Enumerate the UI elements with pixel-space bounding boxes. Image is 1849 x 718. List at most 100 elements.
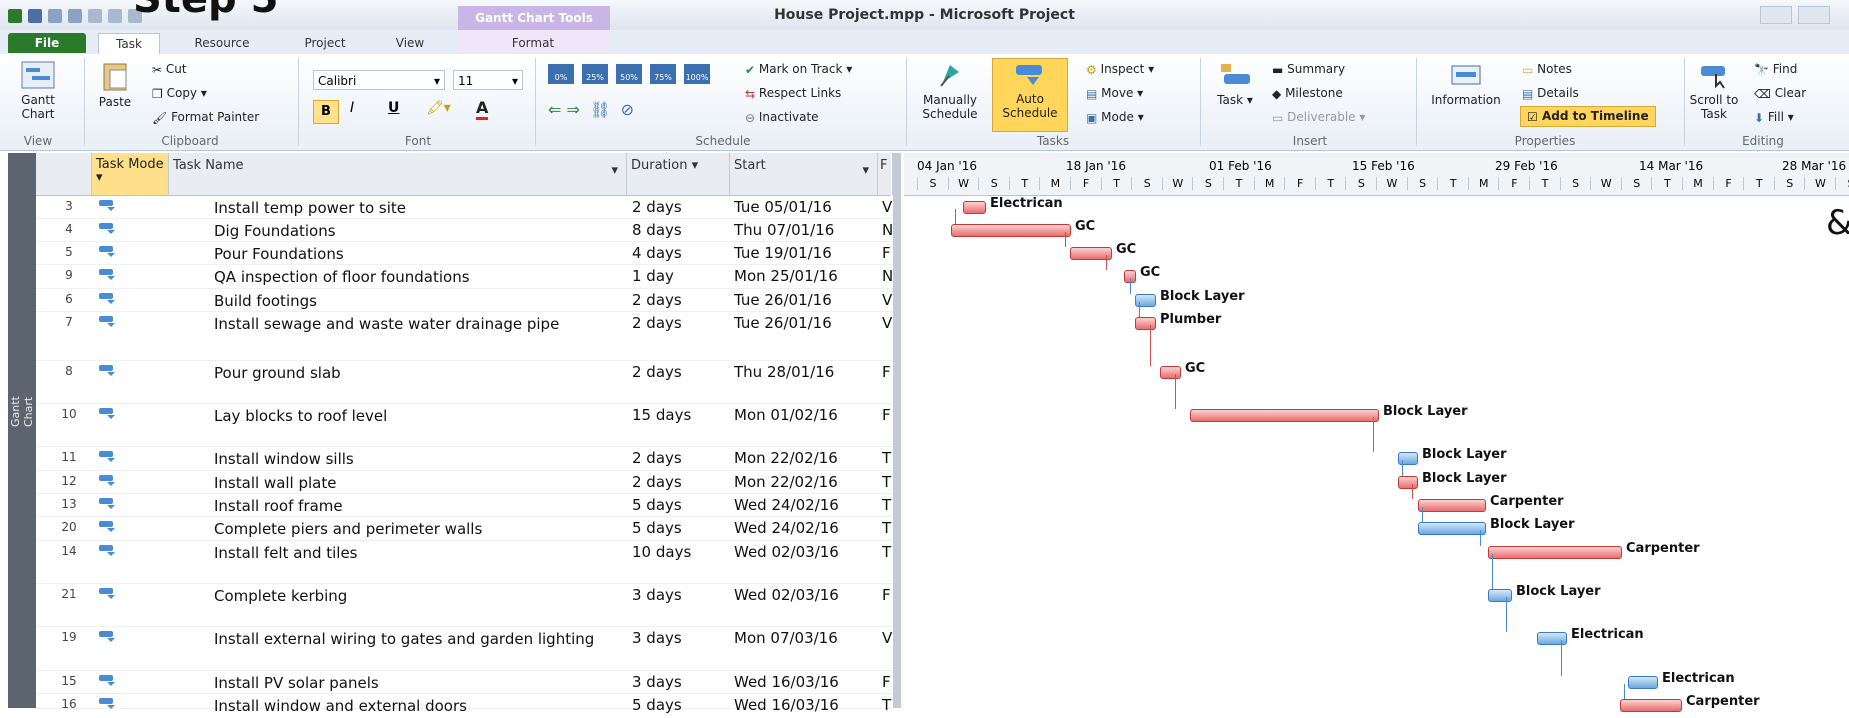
task-name[interactable]: Install window and external doors [214,695,654,718]
table-row[interactable]: 3 Install temp power to site 2 days Tue 05/… [36,195,893,219]
task-duration[interactable]: 3 days [632,628,682,648]
task-name[interactable]: Install wall plate [214,472,654,495]
manually-schedule-button[interactable]: Manually Schedule [913,60,987,121]
auto-schedule-button[interactable]: Auto Schedule [992,58,1068,132]
underline-button[interactable]: U [388,100,399,116]
task-name[interactable]: Install felt and tiles [214,542,654,565]
scroll-to-task-button[interactable]: Scroll to Task [1688,60,1740,121]
task-name[interactable]: Install temp power to site [214,197,654,220]
task-name[interactable]: Install sewage and waste water drainage … [214,313,654,336]
table-row[interactable]: 11 Install window sills 2 days Mon 22/02/16… [36,446,893,471]
task-start[interactable]: Thu 28/01/16 [734,362,834,382]
table-row[interactable]: 6 Build footings 2 days Tue 26/01/16 V [36,288,893,312]
task-name-header[interactable]: Task Name ▾ [169,153,627,195]
pct-100-button[interactable]: 100% [684,64,710,84]
task-finish[interactable]: T [882,495,891,515]
format-painter-button[interactable]: 🖌 Format Painter [152,110,259,125]
link-tasks-icon[interactable]: ⛓ [590,100,610,119]
table-row[interactable]: 5 Pour Foundations 4 days Tue 19/01/16 F [36,241,893,265]
table-row[interactable]: 12 Install wall plate 2 days Mon 22/02/16 T [36,470,893,494]
task-name[interactable]: Dig Foundations [214,220,654,243]
unlink-tasks-icon[interactable]: ⊘ [621,100,634,119]
mark-on-track-button[interactable]: ✔ Mark on Track ▾ [745,62,852,77]
summary-button[interactable]: ▬ Summary [1272,62,1345,77]
task-duration[interactable]: 2 days [632,472,682,492]
copy-button[interactable]: ❐ Copy ▾ [152,86,207,101]
task-start[interactable]: Mon 22/02/16 [734,448,838,468]
inspect-button[interactable]: ⚙ Inspect ▾ [1086,62,1154,77]
task-finish[interactable]: T [882,695,891,715]
highlight-color-button[interactable]: 🖍▾ [426,100,451,116]
task-finish[interactable]: N [882,220,893,240]
task-duration[interactable]: 5 days [632,518,682,538]
tab-resource[interactable]: Resource [182,33,262,53]
font-size-select[interactable]: 11 ▾ [453,70,523,90]
task-finish[interactable]: F [882,585,891,605]
start-header[interactable]: Start ▾ [730,153,878,195]
respect-links-button[interactable]: ⇆ Respect Links [745,86,841,101]
table-row[interactable]: 15 Install PV solar panels 3 days Wed 16/03… [36,670,893,694]
fill-button[interactable]: ⬇ Fill ▾ [1754,110,1794,125]
task-duration[interactable]: 2 days [632,290,682,310]
table-row[interactable]: 10 Lay blocks to roof level 15 days Mon 01/… [36,403,893,447]
gantt-bar[interactable] [1190,409,1379,422]
task-finish[interactable]: F [882,672,891,692]
task-start[interactable]: Wed 16/03/16 [734,672,839,692]
tab-format[interactable]: Format [488,33,578,53]
task-duration[interactable]: 10 days [632,542,691,562]
pct-50-button[interactable]: 50% [616,64,642,84]
row-number-header[interactable] [36,153,92,195]
tab-view[interactable]: View [385,33,435,53]
task-name[interactable]: Lay blocks to roof level [214,405,654,428]
task-finish[interactable]: T [882,542,891,562]
font-color-button[interactable]: A [476,98,489,120]
task-finish[interactable]: F [882,405,891,425]
task-start[interactable]: Mon 01/02/16 [734,405,838,425]
task-finish[interactable]: V [882,313,892,333]
task-start[interactable]: Mon 25/01/16 [734,266,838,286]
deliverable-button[interactable]: ▭ Deliverable ▾ [1272,110,1365,125]
task-name[interactable]: QA inspection of floor foundations [214,266,654,289]
task-finish[interactable]: T [882,518,891,538]
task-start[interactable]: Tue 26/01/16 [734,313,832,333]
task-name[interactable]: Install PV solar panels [214,672,654,695]
tab-task[interactable]: Task [98,33,160,54]
table-row[interactable]: 13 Install roof frame 5 days Wed 24/02/16 T [36,493,893,517]
finish-header[interactable]: F [878,153,893,195]
font-name-select[interactable]: Calibri ▾ [313,70,445,90]
gantt-bar[interactable] [1160,366,1181,379]
view-bar[interactable] [8,153,36,708]
view-splitter[interactable] [893,153,901,708]
task-start[interactable]: Wed 02/03/16 [734,542,839,562]
pct-75-button[interactable]: 75% [650,64,676,84]
gantt-bar[interactable] [951,224,1071,237]
task-name[interactable]: Install window sills [214,448,654,471]
task-duration[interactable]: 1 day [632,266,674,286]
move-button[interactable]: ▤ Move ▾ [1086,86,1143,101]
task-duration[interactable]: 8 days [632,220,682,240]
task-name[interactable]: Install roof frame [214,495,654,518]
task-duration[interactable]: 4 days [632,243,682,263]
task-name[interactable]: Install external wiring to gates and gar… [214,628,654,651]
inactivate-button[interactable]: ⊖ Inactivate [745,110,819,125]
add-to-timeline-button[interactable]: ☑ Add to Timeline [1520,106,1656,127]
table-row[interactable]: 16 Install window and external doors 5 day… [36,693,893,715]
task-name[interactable]: Pour Foundations [214,243,654,266]
italic-button[interactable]: I [350,100,354,116]
details-button[interactable]: ▤ Details [1522,86,1579,101]
task-duration[interactable]: 5 days [632,495,682,515]
task-finish[interactable]: T [882,472,891,492]
table-row[interactable]: 8 Pour ground slab 2 days Thu 28/01/16 F [36,360,893,404]
milestone-button[interactable]: ◆ Milestone [1272,86,1343,101]
pct-0-button[interactable]: 0% [548,64,574,84]
task-finish[interactable]: T [882,448,891,468]
task-start[interactable]: Tue 05/01/16 [734,197,832,217]
gantt-bar[interactable] [1620,699,1682,712]
task-finish[interactable]: N [882,266,893,286]
task-start[interactable]: Tue 26/01/16 [734,290,832,310]
task-duration[interactable]: 3 days [632,585,682,605]
gantt-bar[interactable] [1135,317,1156,330]
notes-button[interactable]: ▭ Notes [1522,62,1572,77]
task-start[interactable]: Wed 16/03/16 [734,695,839,715]
gantt-bar[interactable] [1488,589,1512,602]
